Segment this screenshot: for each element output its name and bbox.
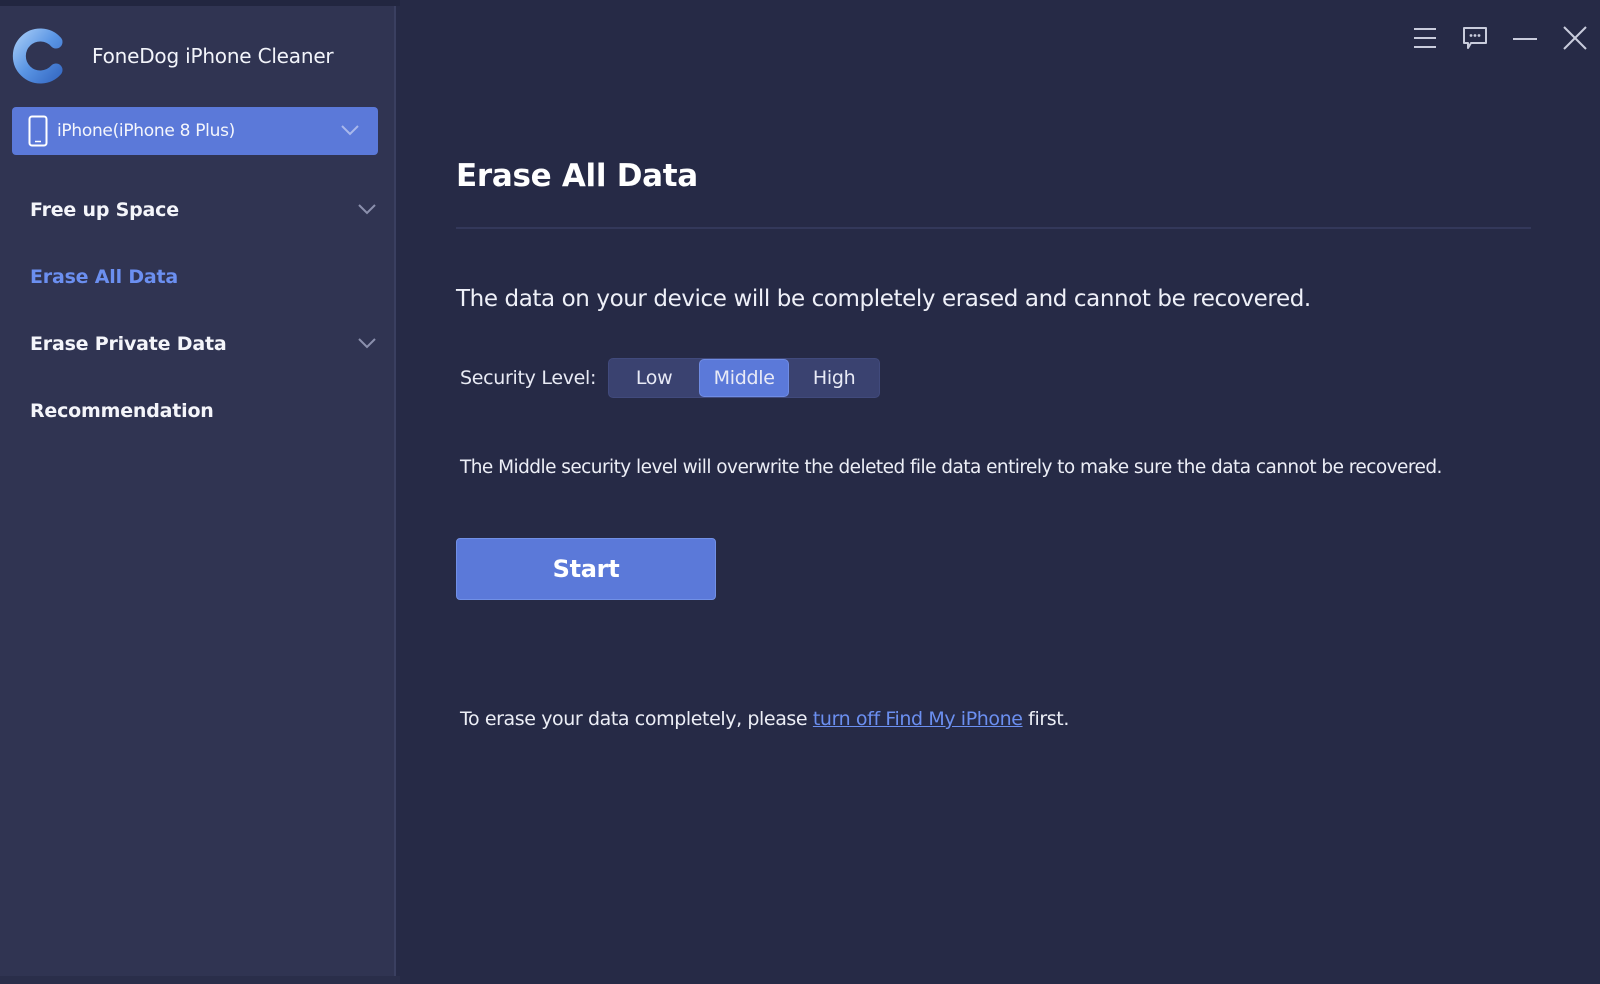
app-window: FoneDog iPhone Cleaner iPhone(iPhone 8 P… [0, 0, 1600, 984]
chevron-down-icon [341, 125, 359, 136]
security-level: Security Level: Low Middle High [460, 358, 881, 398]
sidebar-item-label: Recommendation [30, 399, 214, 422]
sidebar-item-free-up-space[interactable]: Free up Space [0, 176, 396, 243]
security-option-low[interactable]: Low [609, 359, 699, 397]
page-title: Erase All Data [456, 158, 698, 194]
main-panel: Erase All Data The data on your device w… [456, 0, 1566, 984]
security-level-selector: Low Middle High [608, 358, 881, 398]
security-option-high[interactable]: High [789, 359, 879, 397]
security-description: The Middle security level will overwrite… [460, 457, 1442, 478]
turn-off-find-my-iphone-link[interactable]: turn off Find My iPhone [813, 708, 1023, 730]
title-divider [456, 227, 1531, 229]
device-name: iPhone(iPhone 8 Plus) [57, 121, 235, 141]
security-option-middle[interactable]: Middle [699, 359, 790, 397]
note-suffix: first. [1022, 708, 1069, 730]
sidebar-item-label: Erase Private Data [30, 332, 227, 355]
phone-icon [28, 115, 48, 147]
erase-warning: The data on your device will be complete… [456, 286, 1311, 312]
sidebar-item-erase-private-data[interactable]: Erase Private Data [0, 310, 396, 377]
sidebar-item-label: Free up Space [30, 198, 179, 221]
security-level-label: Security Level: [460, 367, 597, 389]
sidebar-item-label: Erase All Data [30, 265, 179, 288]
sidebar-nav: Free up Space Erase All Data Erase Priva… [0, 176, 396, 444]
fonedog-logo-icon [12, 28, 63, 84]
chevron-down-icon[interactable] [358, 337, 376, 349]
device-selector[interactable]: iPhone(iPhone 8 Plus) [12, 107, 378, 155]
sidebar-item-erase-all-data[interactable]: Erase All Data [0, 243, 396, 310]
note-prefix: To erase your data completely, please [460, 708, 813, 730]
chevron-down-icon[interactable] [358, 203, 376, 215]
sidebar: FoneDog iPhone Cleaner iPhone(iPhone 8 P… [0, 6, 396, 978]
find-my-iphone-note: To erase your data completely, please tu… [460, 708, 1069, 730]
sidebar-bottom-edge [0, 976, 400, 984]
brand: FoneDog iPhone Cleaner [12, 28, 334, 84]
sidebar-item-recommendation[interactable]: Recommendation [0, 377, 396, 444]
start-button[interactable]: Start [456, 538, 716, 600]
app-title: FoneDog iPhone Cleaner [92, 44, 334, 68]
